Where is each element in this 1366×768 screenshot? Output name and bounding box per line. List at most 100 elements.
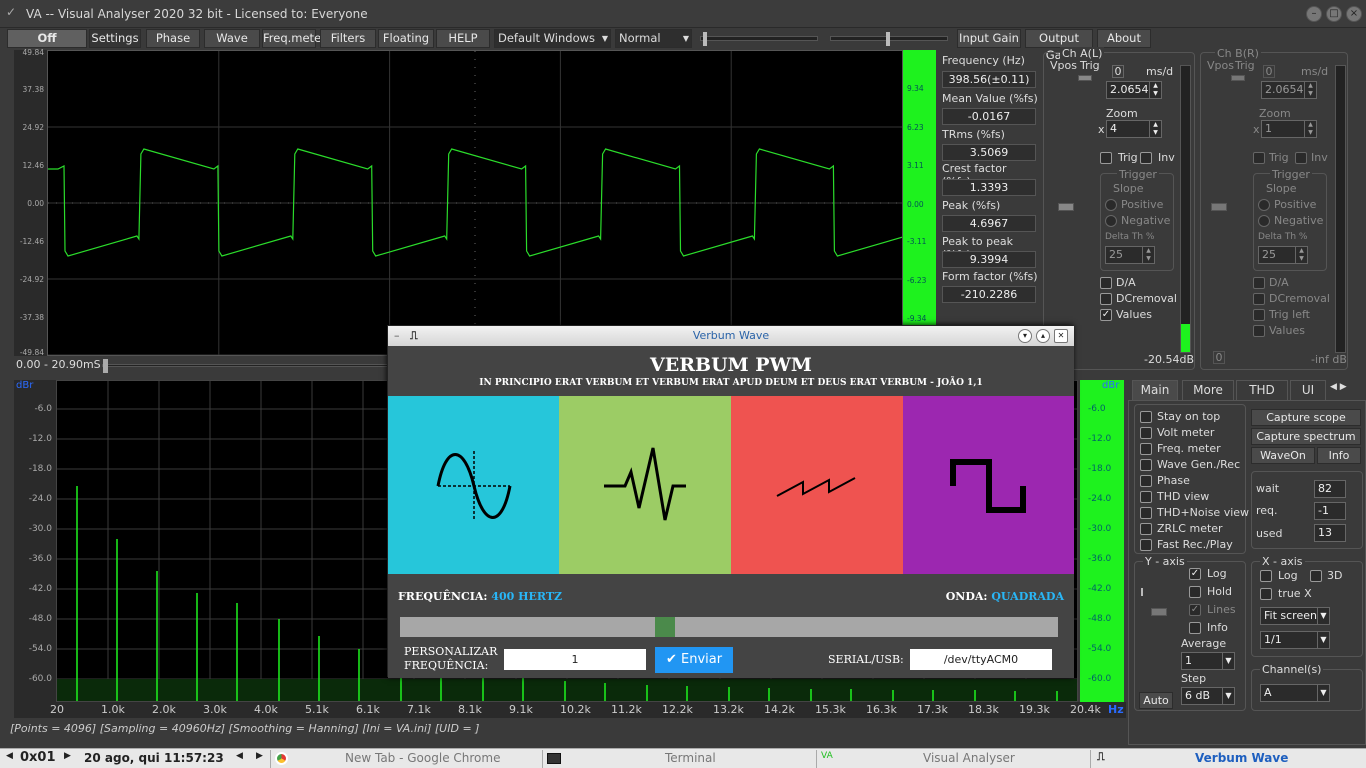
time-scroll-knob[interactable] (103, 359, 108, 373)
values-checkbox[interactable] (1253, 325, 1265, 337)
input-device-select[interactable]: Default Windows inp▼ (494, 29, 611, 62)
positive-radio[interactable] (1258, 199, 1270, 211)
workspace-prev-icon[interactable]: ◀ (6, 751, 13, 761)
option-checkbox[interactable] (1140, 475, 1152, 487)
close-button[interactable]: × (1346, 6, 1362, 22)
trig-left-checkbox[interactable] (1253, 309, 1265, 321)
workspace-next-icon[interactable]: ▶ (64, 751, 71, 761)
off-button[interactable]: Off (7, 29, 87, 48)
dcremoval-checkbox[interactable] (1100, 293, 1112, 305)
values-checkbox[interactable]: ✓ (1100, 309, 1112, 321)
floating-button[interactable]: Floating (378, 29, 434, 48)
ratio-select[interactable]: 1/1 ▼ (1260, 631, 1330, 649)
tab-main[interactable]: Main (1132, 380, 1178, 400)
option-checkbox[interactable] (1140, 539, 1152, 551)
negative-radio[interactable] (1258, 215, 1270, 227)
ms-per-div-spinner[interactable]: 2.0654 ▲ ▼ (1261, 81, 1317, 99)
tab-scroll-arrows-icon[interactable]: ◀ ▶ (1330, 382, 1347, 392)
info-checkbox[interactable] (1189, 622, 1201, 634)
dcremoval-checkbox[interactable] (1253, 293, 1265, 305)
phase-button[interactable]: Phase (146, 29, 200, 48)
trig-knob[interactable] (1058, 203, 1074, 211)
inv-checkbox[interactable] (1140, 152, 1152, 164)
fit-screen-select[interactable]: Fit screen ▼ (1260, 607, 1330, 625)
channel-select[interactable]: A ▼ (1260, 684, 1330, 702)
vpos-knob[interactable] (1078, 75, 1092, 81)
x-log-checkbox[interactable] (1260, 570, 1272, 582)
zoom-spinner[interactable]: 1 ▲ ▼ (1261, 120, 1317, 138)
spinner-arrows-icon[interactable]: ▲ ▼ (1295, 247, 1307, 263)
delta-threshold-spinner[interactable]: 25 ▲ ▼ (1105, 246, 1155, 264)
ms-per-div-spinner[interactable]: 2.0654 ▲ ▼ (1106, 81, 1162, 99)
taskbar-item-verbum-wave[interactable]: ⎍ Verbum Wave (1090, 750, 1366, 768)
hold-checkbox[interactable] (1189, 586, 1201, 598)
close-button[interactable]: ✕ (1054, 329, 1068, 343)
taskbar-item-visual-analyser[interactable]: VA Visual Analyser (816, 750, 1090, 768)
waveon-button[interactable]: WaveOn (1251, 447, 1315, 464)
true-x-checkbox[interactable] (1260, 588, 1272, 600)
sine-wave-option[interactable] (388, 396, 559, 574)
slider-knob[interactable] (886, 32, 890, 46)
tab-more[interactable]: More (1182, 380, 1234, 400)
input-gain-button[interactable]: Input Gain (957, 29, 1021, 48)
da-checkbox[interactable] (1253, 277, 1265, 289)
input-gain-slider[interactable] (700, 32, 818, 46)
inv-checkbox[interactable] (1295, 152, 1307, 164)
spinner-arrows-icon[interactable]: ▲ ▼ (1149, 121, 1161, 137)
filters-button[interactable]: Filters (320, 29, 376, 48)
maximize-button[interactable]: ▴ (1036, 329, 1050, 343)
option-checkbox[interactable] (1140, 491, 1152, 503)
lines-checkbox[interactable]: ✓ (1189, 604, 1201, 616)
frequency-slider[interactable] (400, 617, 1058, 637)
about-button[interactable]: About (1097, 29, 1151, 48)
y-axis-slider[interactable] (1141, 588, 1143, 596)
delta-threshold-spinner[interactable]: 25 ▲ ▼ (1258, 246, 1308, 264)
spinner-arrows-icon[interactable]: ▲ ▼ (1142, 247, 1154, 263)
3d-checkbox[interactable] (1310, 570, 1322, 582)
custom-frequency-input[interactable]: 1 (504, 649, 646, 670)
help-button[interactable]: HELP (436, 29, 490, 48)
spinner-arrows-icon[interactable]: ▲ ▼ (1304, 121, 1316, 137)
zero-button-2[interactable]: 0 (1213, 351, 1225, 364)
send-button[interactable]: ✔ Enviar (655, 647, 733, 673)
minimize-button[interactable]: – (1306, 6, 1322, 22)
auto-button[interactable]: Auto (1139, 692, 1173, 709)
trig-checkbox[interactable] (1100, 152, 1112, 164)
slider-knob[interactable] (703, 32, 707, 46)
sawtooth-wave-option[interactable] (731, 396, 903, 574)
vpos-knob[interactable] (1231, 75, 1245, 81)
clock-next-icon[interactable]: ▶ (256, 751, 263, 761)
output-gain-button[interactable]: Output Gain (1025, 29, 1093, 62)
time-scroll-track[interactable] (102, 359, 390, 373)
tab-thd[interactable]: THD (1236, 380, 1288, 400)
noise-wave-option[interactable] (559, 396, 731, 574)
zero-button[interactable]: 0 (1112, 65, 1124, 78)
step-select[interactable]: 6 dB ▼ (1181, 687, 1235, 705)
tab-ui[interactable]: UI (1290, 380, 1326, 400)
wave-button[interactable]: Wave (204, 29, 260, 48)
trig-checkbox[interactable] (1253, 152, 1265, 164)
minimize-button[interactable]: ▾ (1018, 329, 1032, 343)
taskbar-item-terminal[interactable]: Terminal (542, 750, 816, 768)
capture-scope-button[interactable]: Capture scope (1251, 409, 1361, 426)
workspace-label[interactable]: 0x01 (20, 750, 56, 765)
taskbar-item-chrome[interactable]: New Tab - Google Chrome (270, 750, 542, 768)
option-checkbox[interactable] (1140, 427, 1152, 439)
option-checkbox[interactable] (1140, 411, 1152, 423)
square-wave-option[interactable] (903, 396, 1074, 574)
frequency-slider-knob[interactable] (655, 617, 676, 637)
positive-radio[interactable] (1105, 199, 1117, 211)
capture-spectrum-button[interactable]: Capture spectrum (1251, 428, 1361, 445)
trig-knob[interactable] (1211, 203, 1227, 211)
average-select[interactable]: 1 ▼ (1181, 652, 1235, 670)
zero-button[interactable]: 0 (1263, 65, 1275, 78)
clock-prev-icon[interactable]: ◀ (236, 751, 243, 761)
mode-select[interactable]: Normal ▼ (615, 29, 692, 48)
output-gain-slider[interactable] (830, 32, 948, 46)
settings-button[interactable]: Settings (89, 29, 141, 48)
log-checkbox[interactable]: ✓ (1189, 568, 1201, 580)
serial-port-input[interactable]: /dev/ttyACM0 (910, 649, 1052, 670)
freqmeter-button[interactable]: Freq.meter (262, 29, 326, 48)
option-checkbox[interactable] (1140, 507, 1152, 519)
zoom-spinner[interactable]: 4 ▲ ▼ (1106, 120, 1162, 138)
